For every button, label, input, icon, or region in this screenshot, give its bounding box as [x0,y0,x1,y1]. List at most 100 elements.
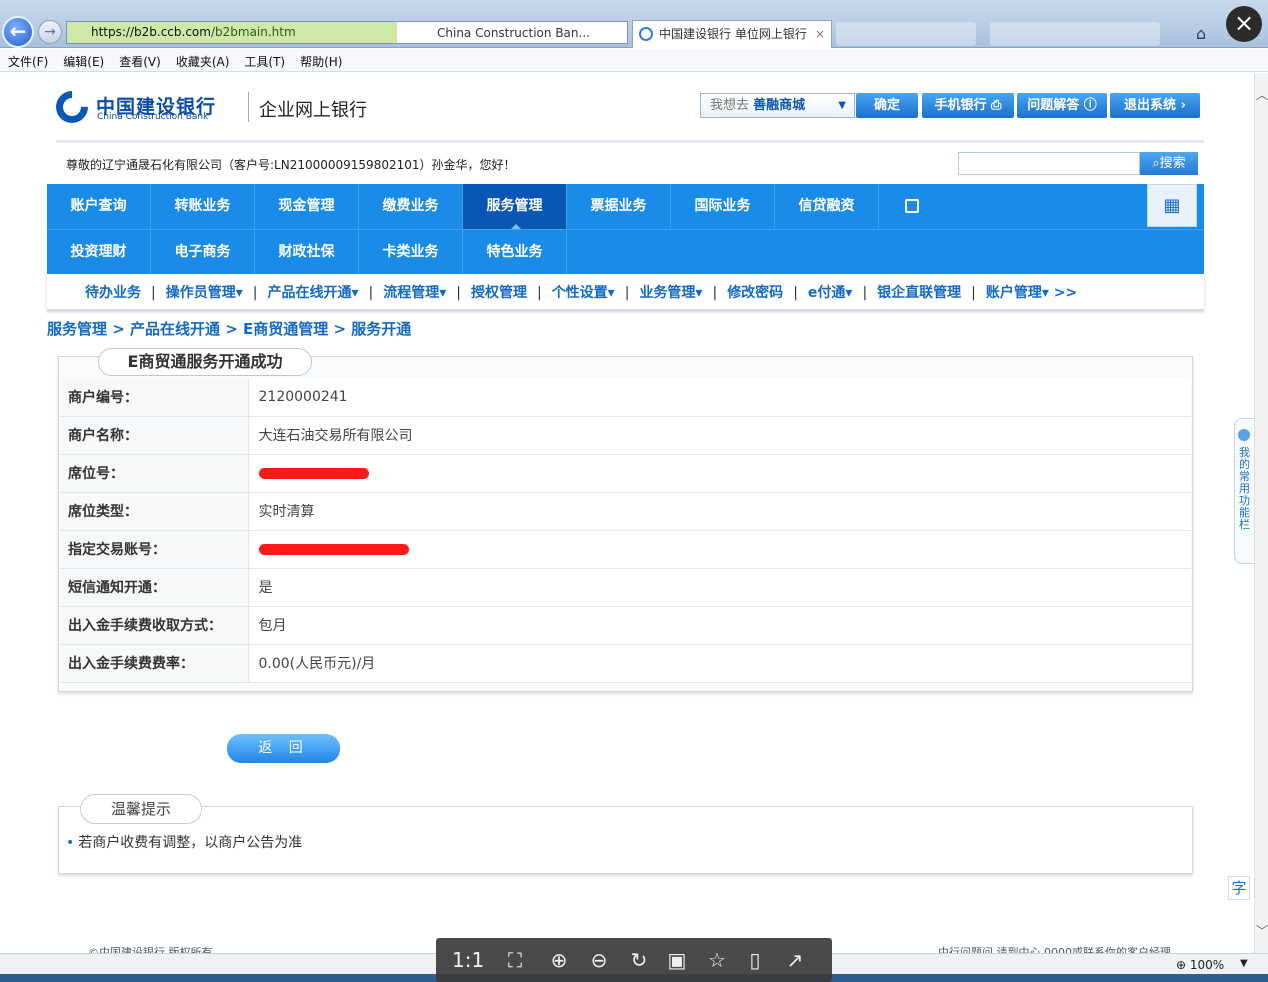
field-label: 商户名称： [60,416,249,455]
table-row: 指定交易账号： [60,530,1191,569]
subnav-process[interactable]: 流程管理▾ [383,285,446,301]
portal-title: 企业网上银行 [259,100,367,121]
font-size-icon[interactable]: 字 [1228,876,1250,900]
search-icon: ⌕ [1152,156,1160,171]
field-value-redacted [248,530,1191,569]
url-text[interactable]: https://b2b.ccb.com/b2bmain.htm [67,22,397,43]
copy-icon[interactable]: ▯ [740,946,770,974]
subnav-business[interactable]: 业务管理▾ [639,285,702,301]
field-value: 大连石油交易所有限公司 [248,416,1191,455]
table-row: 席位号： [60,454,1191,493]
menu-file[interactable]: 文件(F) [0,49,55,70]
table-row: 出入金手续费收取方式： 包月 [60,606,1191,645]
greeting-text: 尊敬的辽宁通晟石化有限公司（客户号:LN21000009159802101）孙金… [66,158,516,172]
search-input[interactable] [958,152,1140,175]
subnav-epay[interactable]: e付通▾ [808,285,853,301]
tab-close-icon[interactable]: × [815,21,825,47]
field-value: 包月 [248,606,1191,645]
search-button[interactable]: ⌕搜索 [1140,152,1198,175]
back-button[interactable]: ← [2,16,34,48]
browser-tab-active[interactable]: 中国建设银行 单位网上银行 × [632,20,832,48]
nav-transfer[interactable]: 转账业务 [151,184,255,229]
table-row: 短信通知开通：是 [60,568,1191,607]
nav-investment[interactable]: 投资理财 [47,230,151,275]
faq-button[interactable]: 问题解答 ⓘ [1017,93,1107,118]
menu-edit[interactable]: 编辑(E) [55,49,111,70]
subnav-operator[interactable]: 操作员管理▾ [166,285,243,301]
zoom-out-icon[interactable]: ⊖ [584,946,614,974]
subnav-todo[interactable]: 待办业务 [85,285,141,301]
home-icon[interactable]: ⌂ [1196,24,1206,43]
nav-service-management[interactable]: 服务管理 [463,184,567,229]
nav-special[interactable]: 特色业务 [463,230,567,275]
result-table: 商户编号： 2120000241 商户名称： 大连石油交易所有限公司 席位号： 席位… [60,378,1191,683]
favorites-side-widget[interactable]: 我的常用功能栏 [1234,418,1254,564]
zoom-in-icon[interactable]: ⊕ [544,946,574,974]
field-label: 出入金手续费收取方式： [60,606,249,645]
subnav-authorization[interactable]: 授权管理 [471,285,527,301]
nav-credit[interactable]: 信贷融资 [775,184,879,229]
subnav-password[interactable]: 修改密码 [727,285,783,301]
mobile-banking-button[interactable]: 手机银行 ⎙ [922,93,1014,118]
confirm-button[interactable]: 确定 [856,93,918,118]
zoom-level[interactable]: ⊕ 100% [1176,958,1224,972]
expand-icon[interactable] [905,199,919,213]
bookmark-icon[interactable]: ☆ [702,946,732,974]
quick-goto-prefix: 我想去 [710,98,750,113]
chevron-down-icon: ▼ [838,100,846,111]
nav-ecommerce[interactable]: 电子商务 [151,230,255,275]
menu-favorites[interactable]: 收藏夹(A) [168,49,237,70]
bank-name-english: China Construction Bank [97,112,209,122]
subnav-account[interactable]: 账户管理▾ >> [986,285,1077,301]
field-value: 实时清算 [248,492,1191,531]
tab-title: 中国建设银行 单位网上银行 [659,27,807,41]
menu-view[interactable]: 查看(V) [111,49,168,70]
save-icon[interactable]: ▣ [662,946,692,974]
return-button[interactable]: 返 回 [227,734,340,763]
scroll-up-icon[interactable]: ︿ [1256,86,1268,103]
logout-button[interactable]: 退出系统 › [1110,93,1200,118]
nav-fiscal-social[interactable]: 财政社保 [255,230,359,275]
field-value-redacted [248,454,1191,493]
tips-title: 温馨提示 [80,794,202,824]
browser-tab[interactable] [990,22,1160,46]
quick-goto-select[interactable]: 我想去 善融商城 ▼ [700,93,855,118]
zoom-icon: ⊕ [1176,958,1187,972]
forward-button[interactable]: → [38,20,62,44]
image-viewer-toolbar: 1:1 ⛶ ⊕ ⊖ ↻ ▣ ☆ ▯ ↗ [436,938,832,982]
subnav-personal[interactable]: 个性设置▾ [552,285,615,301]
chevron-down-icon[interactable]: ▼ [1240,958,1248,969]
scrollbar[interactable] [1254,73,1268,953]
address-bar[interactable]: https://b2b.ccb.com/b2bmain.htm China Co… [66,21,628,44]
site-identity[interactable]: China Construction Ban... [397,26,590,40]
grid-menu-icon[interactable]: ▦ [1147,184,1197,227]
field-value: 是 [248,568,1191,607]
nav-international[interactable]: 国际业务 [671,184,775,229]
actual-size-button[interactable]: 1:1 [452,946,484,974]
menu-help[interactable]: 帮助(H) [292,49,349,70]
scroll-down-icon[interactable]: ﹀ [1256,922,1268,939]
rotate-icon[interactable]: ↻ [624,946,654,974]
nav-cash-management[interactable]: 现金管理 [255,184,359,229]
browser-tab[interactable] [836,22,976,46]
field-label: 短信通知开通： [60,568,249,607]
field-label: 席位类型： [60,492,249,531]
fit-window-icon[interactable]: ⛶ [500,946,530,974]
nav-row-1: 账户查询 转账业务 现金管理 缴费业务 服务管理 票据业务 国际业务 信贷融资 [47,184,1204,229]
nav-account-query[interactable]: 账户查询 [47,184,151,229]
quick-goto-value: 善融商城 [753,98,806,113]
breadcrumb[interactable]: 服务管理 > 产品在线开通 > E商贸通管理 > 服务开通 [47,318,411,339]
nav-cards[interactable]: 卡类业务 [359,230,463,275]
share-icon[interactable]: ↗ [780,946,810,974]
bullet-icon: • [66,835,75,851]
menu-tools[interactable]: 工具(T) [236,49,292,70]
nav-payment[interactable]: 缴费业务 [359,184,463,229]
table-row: 席位类型： 实时清算 [60,492,1191,531]
close-icon[interactable]: × [1226,6,1262,42]
sub-nav: 待办业务 | 操作员管理▾ | 产品在线开通▾ | 流程管理▾ | 授权管理 | 个性设置▾ | 业务管… [47,274,1204,310]
subnav-bank-enterprise[interactable]: 银企直联管理 [877,285,961,301]
subnav-online-activation[interactable]: 产品在线开通▾ [267,285,358,301]
field-label: 商户编号： [60,378,249,417]
nav-bills[interactable]: 票据业务 [567,184,671,229]
menu-bar: 文件(F) 编辑(E) 查看(V) 收藏夹(A) 工具(T) 帮助(H) [0,49,1268,72]
